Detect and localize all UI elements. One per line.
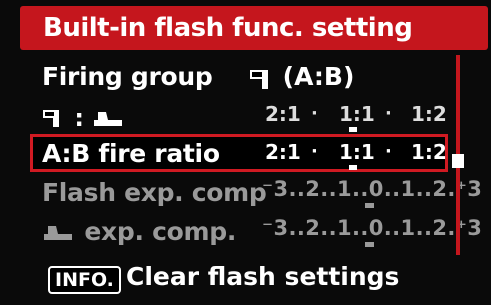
flash-exp-comp-row[interactable]: Flash exp. comp ⁻3..2..1..0..1..2.⁺3 xyxy=(30,173,482,213)
firing-group-row[interactable]: Firing group (A:B) xyxy=(30,57,444,97)
ratio-dot: · xyxy=(311,103,318,124)
slave-exp-comp-label-wrap: exp. comp. xyxy=(42,217,236,246)
firing-group-value-wrap: (A:B) xyxy=(249,62,354,91)
menu-title: Built-in flash func. setting xyxy=(43,13,413,43)
ratio-dot: · xyxy=(385,103,392,124)
ratio-2-1: 2:1 xyxy=(265,102,301,126)
flash-exp-comp-label: Flash exp. comp xyxy=(42,178,267,207)
slave-flash-icon xyxy=(42,217,84,246)
ratio-1-2: 1:2 xyxy=(411,102,447,126)
slave-exp-comp-scale: ⁻3..2..1..0..1..2.⁺3 xyxy=(262,216,483,240)
master-slave-ratio-label: : xyxy=(42,103,126,132)
ab-fire-ratio-label: A:B fire ratio xyxy=(42,139,220,168)
ratio-selected-marker xyxy=(349,165,357,170)
slave-exp-comp-label: exp. comp. xyxy=(84,217,237,246)
slave-exp-comp-row[interactable]: exp. comp. ⁻3..2..1..0..1..2.⁺3 xyxy=(30,212,482,252)
camera-menu-screen: Built-in flash func. setting Firing grou… xyxy=(0,0,491,305)
ratio-1-1: 1:1 xyxy=(339,102,375,126)
exp-comp-marker xyxy=(365,242,374,247)
slave-flash-icon xyxy=(84,103,126,132)
exp-comp-marker xyxy=(365,203,374,208)
master-slave-ratio-scale: 2:1 · 1:1 · 1:2 xyxy=(265,102,447,132)
menu-scrollbar-thumb[interactable] xyxy=(452,154,464,168)
master-slave-ratio-row[interactable]: : 2:1 · 1:1 · 1:2 xyxy=(30,96,447,136)
ratio-dot: · xyxy=(385,141,392,162)
ab-fire-ratio-scale: 2:1 · 1:1 · 1:2 xyxy=(265,140,447,170)
firing-group-value: (A:B) xyxy=(282,62,355,91)
ratio-2-1: 2:1 xyxy=(265,140,301,164)
clear-flash-settings-text: Clear flash settings xyxy=(126,262,400,291)
master-flash-icon xyxy=(42,103,74,132)
firing-group-label: Firing group xyxy=(42,62,213,91)
info-button-badge[interactable]: INFO. xyxy=(48,266,121,294)
ratio-1-1: 1:1 xyxy=(339,140,375,164)
ratio-selected-marker xyxy=(349,127,357,132)
ab-fire-ratio-row[interactable]: A:B fire ratio 2:1 · 1:1 · 1:2 xyxy=(30,134,448,172)
master-flash-icon xyxy=(249,66,283,91)
ratio-1-2: 1:2 xyxy=(411,140,447,164)
flash-exp-comp-scale: ⁻3..2..1..0..1..2.⁺3 xyxy=(262,177,483,201)
ratio-dot: · xyxy=(311,141,318,162)
menu-title-bar: Built-in flash func. setting xyxy=(20,6,488,50)
